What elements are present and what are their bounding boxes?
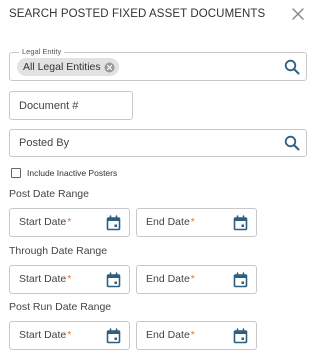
- post-end-date-field[interactable]: End Date*: [136, 208, 257, 237]
- post-end-date-label: End Date*: [146, 216, 195, 228]
- include-inactive-posters-checkbox[interactable]: [11, 167, 21, 178]
- post-date-range-label: Post Date Range: [9, 188, 89, 200]
- through-start-date-field[interactable]: Start Date*: [9, 265, 130, 294]
- legal-entity-field[interactable]: Legal Entity All Legal Entities: [9, 47, 307, 81]
- calendar-icon[interactable]: [233, 328, 248, 344]
- post-run-date-range-label: Post Run Date Range: [9, 301, 112, 313]
- search-icon[interactable]: [284, 59, 300, 75]
- calendar-icon[interactable]: [106, 272, 121, 288]
- panel-header: SEARCH POSTED FIXED ASSET DOCUMENTS: [0, 0, 312, 30]
- post-start-date-field[interactable]: Start Date*: [9, 208, 130, 237]
- include-inactive-posters-row[interactable]: Include Inactive Posters: [11, 166, 117, 179]
- calendar-icon[interactable]: [233, 272, 248, 288]
- document-number-placeholder: Document #: [19, 100, 79, 112]
- through-date-range-label: Through Date Range: [9, 245, 108, 257]
- circle-x-icon[interactable]: [104, 62, 115, 73]
- document-number-field[interactable]: Document #: [9, 91, 133, 120]
- close-icon[interactable]: [290, 6, 306, 22]
- posted-by-placeholder: Posted By: [19, 137, 70, 149]
- post-run-start-date-field[interactable]: Start Date*: [9, 321, 130, 350]
- search-posted-fixed-asset-documents-panel: SEARCH POSTED FIXED ASSET DOCUMENTS Lega…: [0, 0, 312, 364]
- post-run-start-date-label: Start Date*: [19, 329, 72, 341]
- calendar-icon[interactable]: [106, 215, 121, 231]
- post-run-end-date-field[interactable]: End Date*: [136, 321, 257, 350]
- post-start-date-label: Start Date*: [19, 216, 72, 228]
- calendar-icon[interactable]: [233, 215, 248, 231]
- calendar-icon[interactable]: [106, 328, 121, 344]
- include-inactive-posters-label: Include Inactive Posters: [27, 167, 118, 178]
- legal-entity-chip-label: All Legal Entities: [23, 61, 101, 73]
- legal-entity-chip: All Legal Entities: [17, 58, 119, 76]
- post-run-end-date-label: End Date*: [146, 329, 195, 341]
- legal-entity-label: Legal Entity: [19, 47, 65, 57]
- search-icon[interactable]: [284, 135, 300, 151]
- through-end-date-field[interactable]: End Date*: [136, 265, 257, 294]
- posted-by-field[interactable]: Posted By: [9, 129, 307, 157]
- through-start-date-label: Start Date*: [19, 273, 72, 285]
- through-end-date-label: End Date*: [146, 273, 195, 285]
- panel-title: SEARCH POSTED FIXED ASSET DOCUMENTS: [9, 8, 266, 20]
